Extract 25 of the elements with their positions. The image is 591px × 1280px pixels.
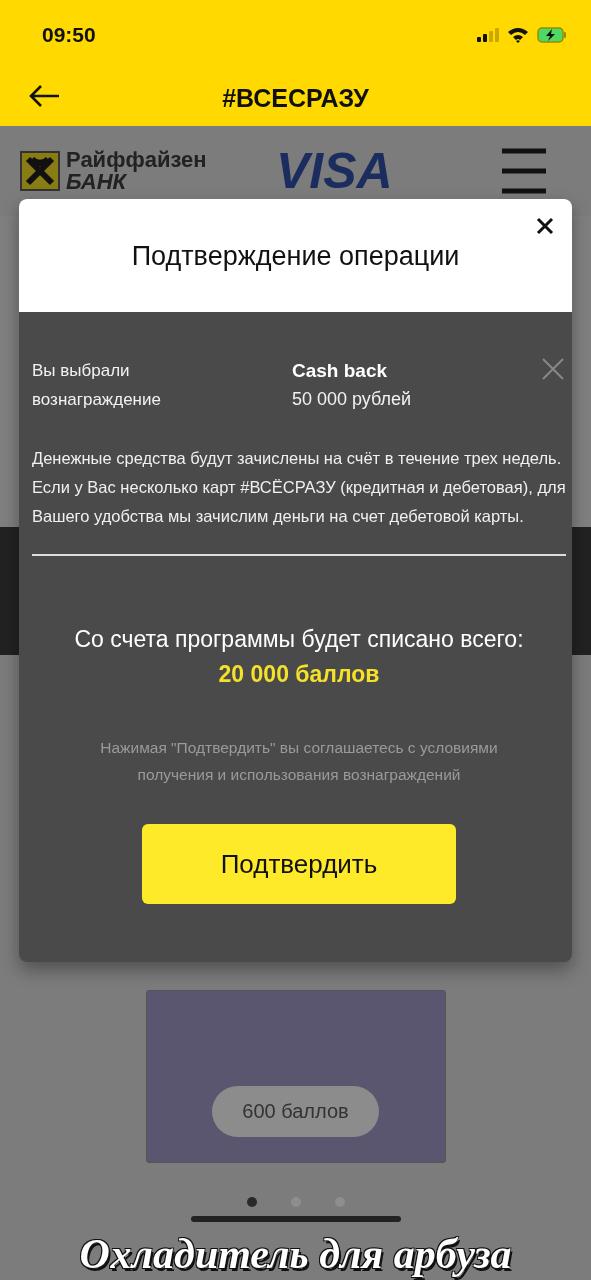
price-badge: 600 баллов: [212, 1086, 379, 1137]
bank-logo-icon: [20, 151, 60, 191]
card-logo: VISA: [275, 142, 393, 200]
carousel-dot[interactable]: [246, 1197, 257, 1207]
reward-amount: 50 000 рублей: [292, 388, 412, 411]
reward-card[interactable]: 600 баллов: [145, 990, 446, 1163]
total-label: Со счета программы будет списано всего:: [73, 626, 525, 653]
status-time: 09:50: [42, 23, 96, 47]
bank-name: Райффайзен: [66, 149, 207, 171]
wifi-icon: [507, 27, 529, 43]
back-arrow-icon[interactable]: [28, 84, 60, 108]
confirm-button[interactable]: Подтвердить: [142, 824, 456, 904]
total-value: 20 000 баллов: [217, 661, 381, 688]
battery-charging-icon: [537, 27, 567, 43]
bank-subtitle: БАНК: [66, 171, 127, 193]
signal-icon: [477, 28, 499, 42]
disclaimer-text: Нажимая "Подтвердить" вы соглашаетесь с условиями получения и использования вознаграждений: [99, 738, 499, 785]
close-icon[interactable]: [536, 217, 554, 235]
caption-text: Охладитель для арбуза: [79, 1232, 512, 1277]
description-text: Денежные средства будут зачислены на счёт в течение трех недель. Если у Вас несколько карт #ВСЁСРАЗУ (кредитная и дебетовая), для Вашего удобства мы зачислим деньги на счет дебетовой карты.: [32, 448, 566, 527]
reward-label: Вы выбрали вознаграждение: [32, 360, 162, 411]
header-title: #ВСЕСРАЗУ: [222, 83, 369, 113]
reward-name: Cash back: [292, 359, 389, 383]
menu-icon[interactable]: [502, 148, 546, 194]
dialog-title: Подтверждение операции: [131, 241, 460, 272]
